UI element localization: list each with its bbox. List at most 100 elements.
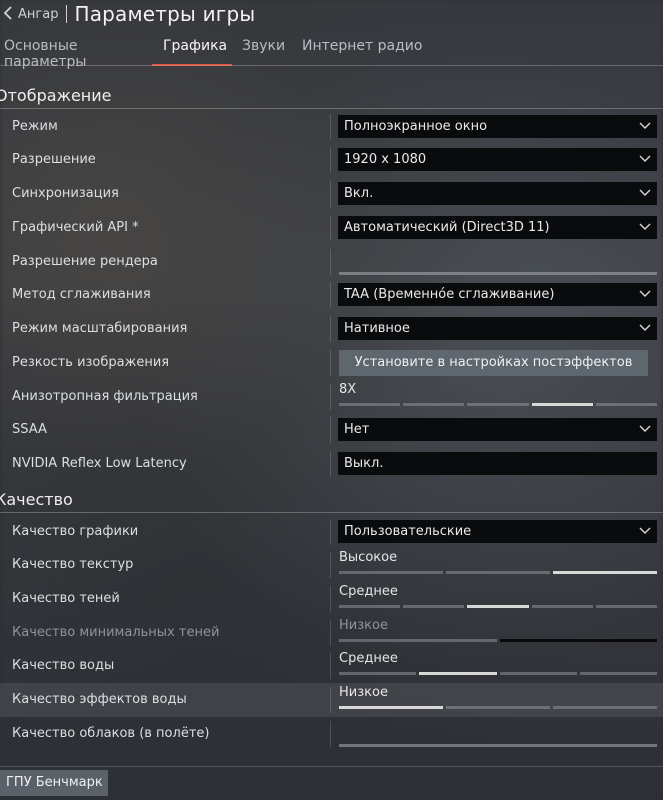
tab-graphics[interactable]: Графика [152,34,232,66]
slider-segment[interactable] [553,571,657,574]
chevron-down-icon [639,122,651,129]
page-title: Параметры игры [74,2,256,26]
min-shadow-quality-value: Низкое [339,618,388,633]
mode-select[interactable]: Полноэкранное окно [338,115,657,138]
sharpness-label: Резкость изображения [12,355,170,370]
reflex-label: NVIDIA Reflex Low Latency [12,456,187,471]
slider-segment[interactable] [339,672,417,675]
row-ssaa: SSAA Нет [0,413,663,447]
chevron-down-icon [639,425,651,432]
chevron-down-icon [639,189,651,196]
slider-segment[interactable] [339,605,401,608]
mode-value: Полноэкранное окно [344,119,488,134]
row-mode: Режим Полноэкранное окно [0,110,663,144]
slider-segment[interactable] [419,672,497,675]
tab-bar: Основные параметры Графика Звуки Интерне… [0,34,422,70]
row-reflex: NVIDIA Reflex Low Latency Выкл. [0,447,663,481]
graphics-api-select[interactable]: Автоматический (Direct3D 11) [338,216,657,239]
back-label: Ангар [18,6,59,22]
chevron-down-icon [639,324,651,331]
slider-segment[interactable] [531,403,593,406]
shadow-quality-value: Среднее [339,584,398,599]
resolution-select[interactable]: 1920 x 1080 [338,148,657,171]
slider-segment[interactable] [403,403,465,406]
slider-segment[interactable] [446,571,550,574]
slider-track [339,744,657,747]
slider-segment[interactable] [579,672,657,675]
chevron-down-icon [639,290,651,297]
resolution-value: 1920 x 1080 [344,152,427,167]
footer-divider [0,766,663,767]
graphics-api-label: Графический API * [12,220,139,235]
slider-segment[interactable] [339,706,443,709]
shadow-quality-label: Качество теней [12,591,120,606]
scaling-mode-value: Нативное [344,321,410,336]
section-display: Отображение [0,84,663,109]
header: Ангар Параметры игры [0,0,663,28]
row-scaling-mode: Режим масштабирования Нативное [0,312,663,346]
slider-segment[interactable] [595,403,658,406]
slider-segment[interactable] [595,605,658,608]
slider-segment[interactable] [467,403,529,406]
slider-segment[interactable] [339,744,657,747]
back-button[interactable]: Ангар [0,2,58,26]
row-anisotropic: Анизотропная фильтрация 8X [0,380,663,414]
slider-segment[interactable] [403,605,465,608]
postfx-settings-button[interactable]: Установите в настройках постэффектов [339,350,648,376]
vsync-select[interactable]: Вкл. [338,182,657,205]
ssaa-select[interactable]: Нет [338,418,657,441]
column-divider [330,417,331,443]
chevron-down-icon [639,527,651,534]
column-divider [330,316,331,342]
slider-track [339,272,657,275]
gpu-benchmark-button[interactable]: ГПУ Бенчмарк [0,770,108,796]
slider-segment[interactable] [339,571,443,574]
slider-track [339,706,657,709]
slider-segment[interactable] [467,605,529,608]
slider-track [339,571,657,574]
column-divider [330,687,331,713]
cloud-quality-label: Качество облаков (в полёте) [12,726,210,741]
water-fx-quality-value: Низкое [339,685,388,700]
scaling-mode-select[interactable]: Нативное [338,317,657,340]
graphics-quality-select[interactable]: Пользовательские [338,520,657,543]
row-vsync: Синхронизация Вкл. [0,177,663,211]
slider-segment[interactable] [499,672,577,675]
column-divider [330,215,331,241]
tab-general[interactable]: Основные параметры [0,34,152,70]
ssaa-label: SSAA [12,422,47,437]
slider-segment [339,639,497,642]
row-graphics-api: Графический API * Автоматический (Direct… [0,211,663,245]
section-divider [0,512,663,513]
row-shadow-quality: Качество теней Среднее [0,582,663,616]
slider-segment[interactable] [553,706,657,709]
row-sharpness: Резкость изображения Установите в настро… [0,346,663,380]
chevron-down-icon [639,223,651,230]
row-resolution: Разрешение 1920 x 1080 [0,143,663,177]
column-divider [330,653,331,679]
section-title-display: Отображение [0,86,112,105]
section-divider [0,108,663,109]
column-divider [330,451,331,477]
slider-segment[interactable] [446,706,550,709]
slider-segment[interactable] [339,403,401,406]
column-divider [330,519,331,545]
chevron-down-icon [639,155,651,162]
graphics-quality-label: Качество графики [12,524,139,539]
row-water-quality: Качество воды Среднее [0,649,663,683]
antialiasing-select[interactable]: TAA (Временно́е сглаживание) [338,283,657,306]
anisotropic-label: Анизотропная фильтрация [12,389,198,404]
reflex-select[interactable]: Выкл. [338,452,657,475]
tab-internet-radio[interactable]: Интернет радио [292,34,422,66]
tab-sounds[interactable]: Звуки [232,34,292,66]
slider-segment[interactable] [531,605,593,608]
min-shadow-quality-label: Качество минимальных теней [12,625,220,640]
slider-track [339,605,658,608]
slider-segment[interactable] [339,272,657,275]
water-quality-label: Качество воды [12,658,115,673]
column-divider [330,620,331,646]
column-divider [330,552,331,578]
render-resolution-label: Разрешение рендера [12,254,158,269]
graphics-quality-value: Пользовательские [344,524,472,539]
graphics-api-value: Автоматический (Direct3D 11) [344,220,550,235]
